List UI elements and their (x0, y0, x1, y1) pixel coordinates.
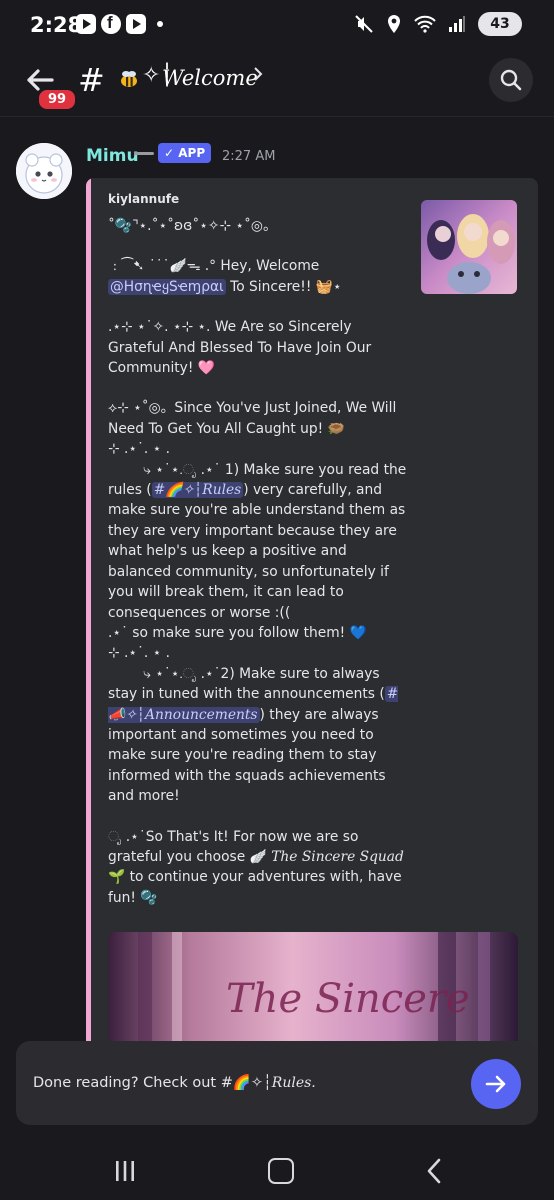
embed-banner-image[interactable]: The Sincere (108, 932, 518, 1058)
go-to-channel-button[interactable] (471, 1059, 521, 1109)
avatar[interactable] (16, 143, 72, 199)
system-icons: 43 (354, 12, 522, 36)
arrow-right-icon (485, 1075, 506, 1093)
app-tag: ✓ APP (158, 143, 212, 163)
notification-icons (76, 13, 163, 34)
youtube-icon (76, 14, 96, 34)
message-embed: kiylannufe ˚🫧⌝⋆.˚⋆˚ʚɞ˚⋆✧⊹ ⋆˚◎。 ﹕⁀➷ ˙˙˙🪽ᯓ… (86, 178, 538, 1058)
squad-name: The Sincere Squad (271, 848, 404, 865)
channel-hash: # (78, 61, 105, 99)
mute-icon (355, 15, 373, 33)
outro-paragraph: ೃ .⋆˙So That's It! For now we are so gra… (108, 828, 409, 906)
read-prompt-text: Done reading? Check out #🌈✧┆Rules. (33, 1075, 316, 1091)
welcome-line: ﹕⁀➷ ˙˙˙🪽ᯓ .° Hey, Welcome @HσɳҽყSҽɱραι To… (108, 258, 342, 295)
banner-title: The Sincere (226, 976, 470, 1022)
rule-2: ⤷ ⋆˙⋆.ೃ .⋆˙2) Make sure to always stay i… (108, 665, 399, 805)
unread-badge: 99 (36, 87, 79, 112)
facebook-icon (101, 13, 121, 34)
status-time: 2:28 (30, 13, 83, 37)
decoration-dots: ⊹ .⋆˙. ⋆ . (108, 441, 171, 458)
channel-link-rules[interactable]: #🌈✧┆Rules (151, 482, 244, 499)
embed-decoration-line: ˚🫧⌝⋆.˚⋆˚ʚɞ˚⋆✧⊹ ⋆˚◎。 (108, 218, 277, 234)
more-notifications-dot (157, 21, 163, 27)
rule-1-follow: .⋆˙ so make sure you follow them! 💙 (108, 624, 367, 641)
status-bar: 2:28 43 (0, 0, 554, 54)
system-nav-bar (0, 1140, 554, 1200)
wifi-icon (414, 15, 436, 33)
message-author[interactable]: Mimu (86, 146, 139, 166)
embed-description: ˚🫧⌝⋆.˚⋆˚ʚɞ˚⋆✧⊹ ⋆˚◎。 ﹕⁀➷ ˙˙˙🪽ᯓ .° Hey, We… (108, 216, 408, 908)
location-icon (388, 15, 400, 33)
embed-thumbnail[interactable] (421, 200, 517, 294)
recent-apps-icon[interactable] (114, 1159, 136, 1183)
grateful-paragraph: .⋆⊹ ⋆˙✧. ⋆⊹ ⋆. We Are so Sincerely Grate… (108, 319, 376, 377)
bot-avatar-icon (16, 143, 72, 199)
battery-indicator: 43 (478, 12, 522, 36)
rules-channel-link[interactable]: Rules. (272, 1075, 316, 1091)
user-mention[interactable]: @HσɳҽყSҽɱραι (108, 278, 226, 295)
channel-header: 99 # ✧┆ Welcome (0, 54, 554, 112)
signal-icon (449, 16, 465, 32)
channel-title[interactable]: Welcome (162, 66, 258, 90)
anime-group-thumbnail (421, 200, 517, 294)
read-prompt-bar[interactable]: Done reading? Check out #🌈✧┆Rules. (16, 1041, 538, 1125)
rule-1: ⤷ ⋆˙⋆.ೃ .⋆˙ 1) Make sure you read the ru… (108, 461, 411, 621)
search-button[interactable] (489, 58, 533, 102)
bee-icon (121, 71, 137, 87)
home-icon[interactable] (268, 1158, 294, 1184)
joined-paragraph: ⟡⊹ ⋆˚◎。Since You've Just Joined, We Will… (108, 400, 401, 437)
embed-author: kiylannufe (108, 192, 180, 206)
decoration-dots: ⊹ .⋆˙. ⋆ . (108, 645, 171, 662)
header-divider (0, 116, 554, 117)
author-decoration (134, 152, 154, 155)
sincere-banner-image: The Sincere (108, 932, 518, 1058)
message-timestamp: 2:27 AM (222, 149, 276, 164)
embed-accent-bar (86, 178, 91, 1058)
search-icon (500, 69, 522, 91)
chevron-right-icon[interactable] (252, 64, 264, 84)
youtube-icon (126, 14, 146, 34)
nav-back-icon[interactable] (426, 1158, 442, 1184)
